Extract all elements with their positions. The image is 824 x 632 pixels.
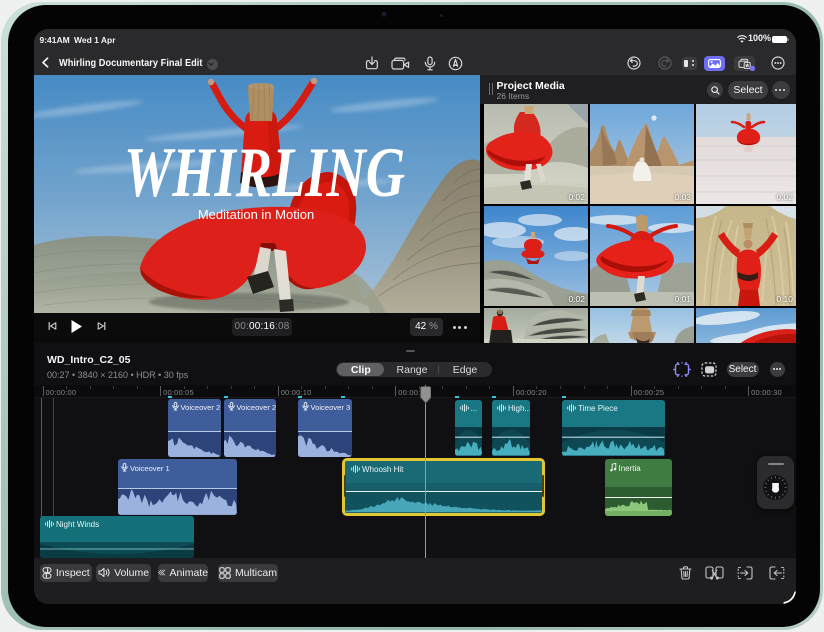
svg-text:WHIRLING: WHIRLING [124,134,405,212]
svg-text:Meditation in Motion: Meditation in Motion [198,207,314,222]
